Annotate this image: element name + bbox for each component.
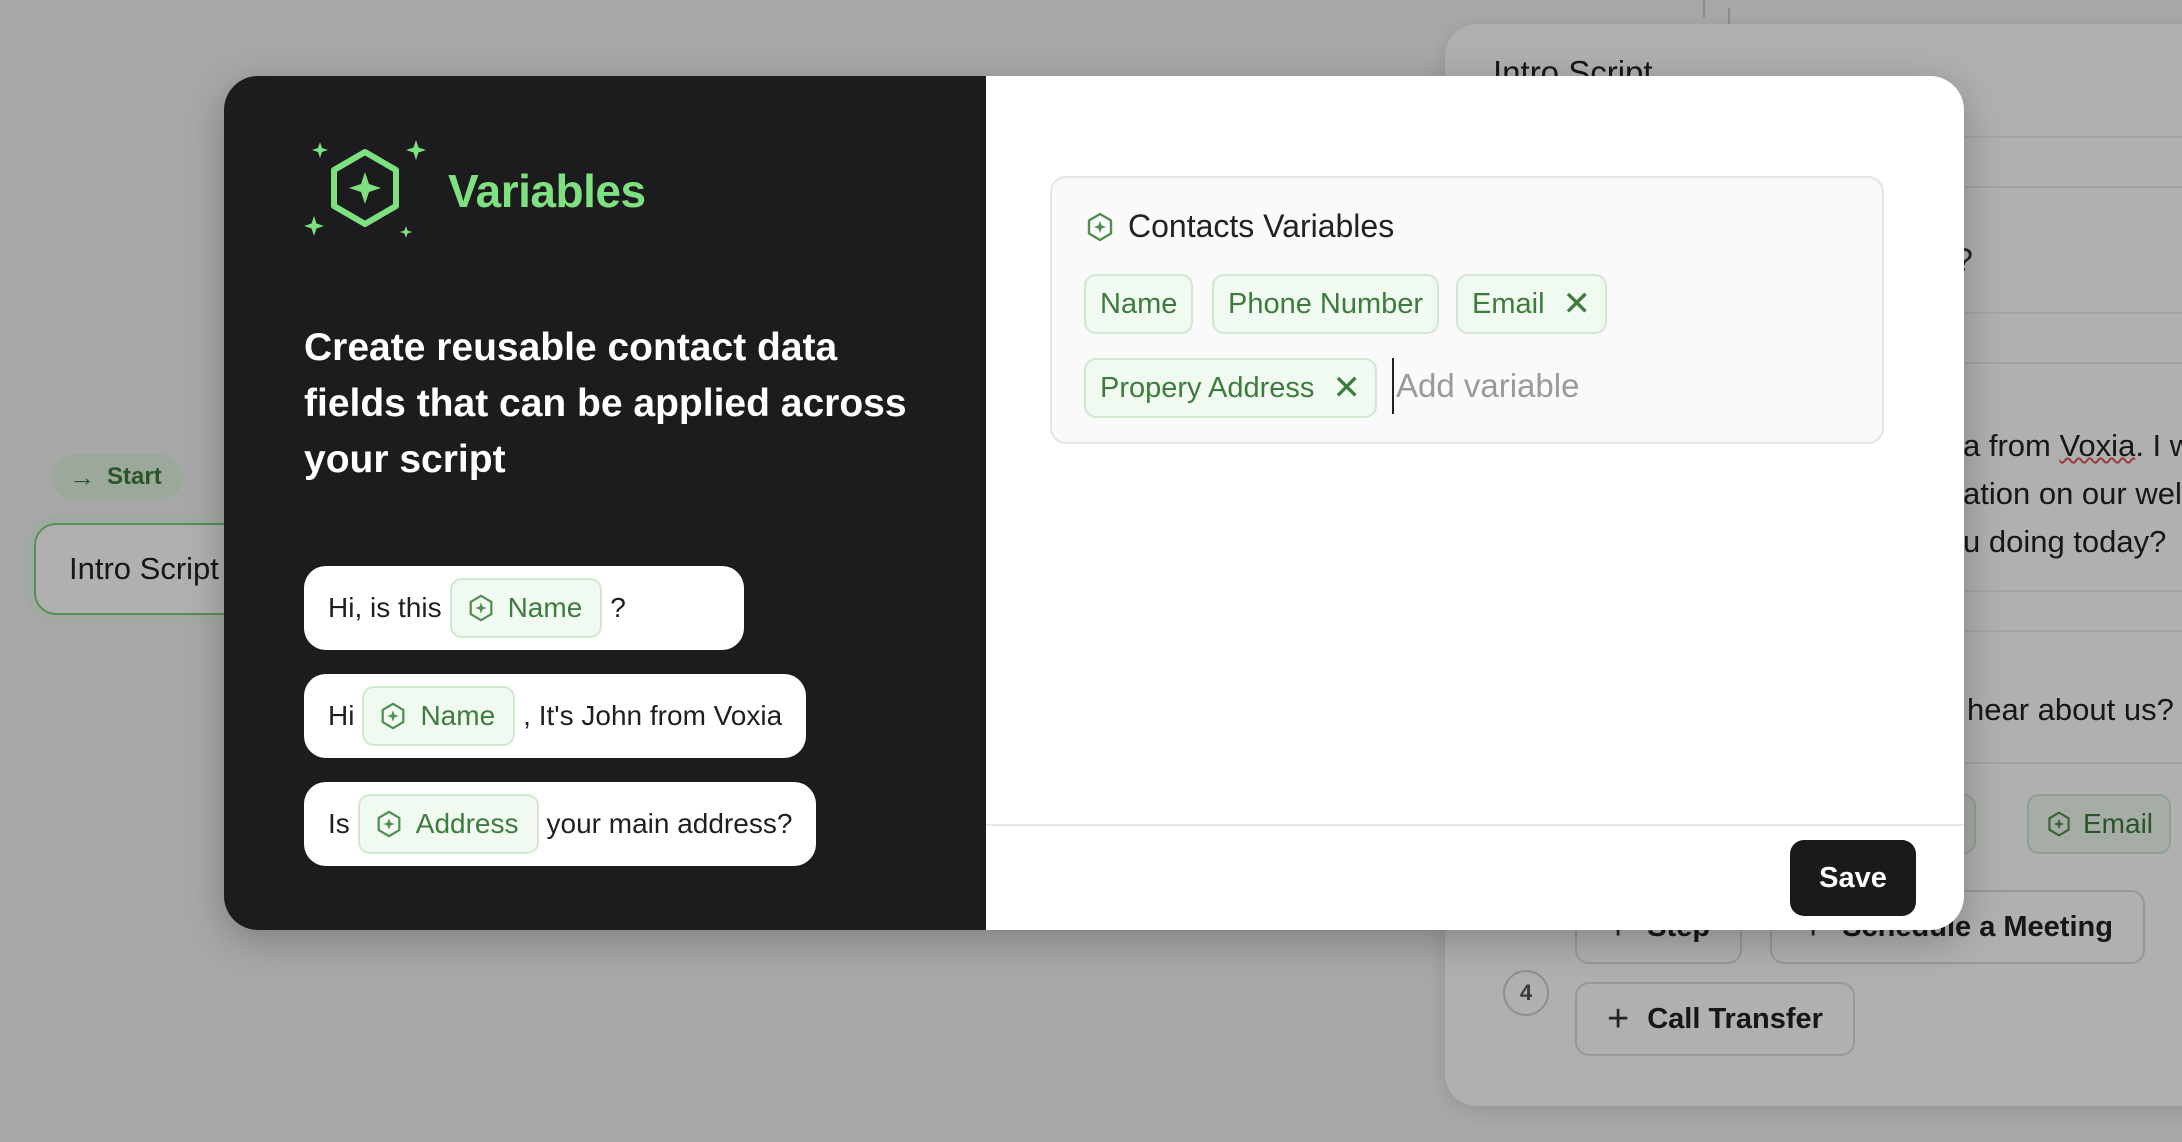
- hexagon-sparkle-icon: [1084, 211, 1116, 243]
- variable-tag-email[interactable]: Email ✕: [1456, 274, 1608, 334]
- example-text: , It's John from Voxia: [523, 700, 783, 731]
- modal-form-panel: Contacts Variables Name Phone Number Ema…: [986, 76, 1964, 930]
- variable-tag-phone-number[interactable]: Phone Number: [1212, 274, 1440, 334]
- modal-info-panel: Variables Create reusable contact data f…: [224, 76, 986, 930]
- contacts-variables-box: Contacts Variables Name Phone Number Ema…: [1050, 176, 1884, 444]
- variable-tag-name[interactable]: Name: [1084, 274, 1194, 334]
- example-text: your main address?: [546, 808, 793, 839]
- modal-headline: Create reusable contact data fields that…: [304, 326, 907, 481]
- variables-modal: Variables Create reusable contact data f…: [224, 76, 1964, 930]
- contacts-variables-title: Contacts Variables: [1128, 208, 1395, 244]
- variable-tag-property-address[interactable]: Propery Address ✕: [1084, 358, 1377, 418]
- tag-label: Name: [1100, 287, 1178, 320]
- example-sentence: Hi, is this Name ?: [304, 566, 744, 650]
- chip-label: Name: [420, 700, 496, 731]
- hexagon-sparkle-icon: [304, 140, 426, 238]
- tag-label: Email: [1472, 287, 1545, 320]
- example-variable-chip: Name: [449, 578, 603, 638]
- modal-title: Variables: [448, 165, 646, 217]
- tag-label: Phone Number: [1228, 287, 1424, 320]
- add-variable-input[interactable]: [1392, 358, 1852, 414]
- brand-header: Variables: [304, 136, 646, 246]
- example-variable-chip: Address: [357, 794, 539, 854]
- save-button[interactable]: Save: [1790, 840, 1916, 916]
- example-sentence: Is Address your main address?: [304, 782, 817, 866]
- chip-label: Name: [507, 592, 583, 623]
- close-icon[interactable]: ✕: [1332, 371, 1361, 405]
- contacts-variables-header: Contacts Variables: [1084, 208, 1394, 245]
- example-text: ?: [610, 592, 626, 623]
- hexagon-sparkle-icon: [374, 809, 404, 839]
- hexagon-sparkle-icon: [378, 701, 408, 731]
- hexagon-sparkle-icon: [466, 593, 496, 623]
- close-icon[interactable]: ✕: [1563, 287, 1592, 321]
- tag-label: Propery Address: [1100, 371, 1315, 404]
- chip-label: Address: [415, 808, 519, 839]
- example-text: Is: [328, 808, 350, 839]
- example-text: Hi: [328, 700, 355, 731]
- modal-footer-divider: [986, 824, 1964, 826]
- example-variable-chip: Name: [362, 686, 516, 746]
- example-text: Hi, is this: [328, 592, 442, 623]
- example-sentence: Hi Name , It's John from Voxia: [304, 674, 807, 758]
